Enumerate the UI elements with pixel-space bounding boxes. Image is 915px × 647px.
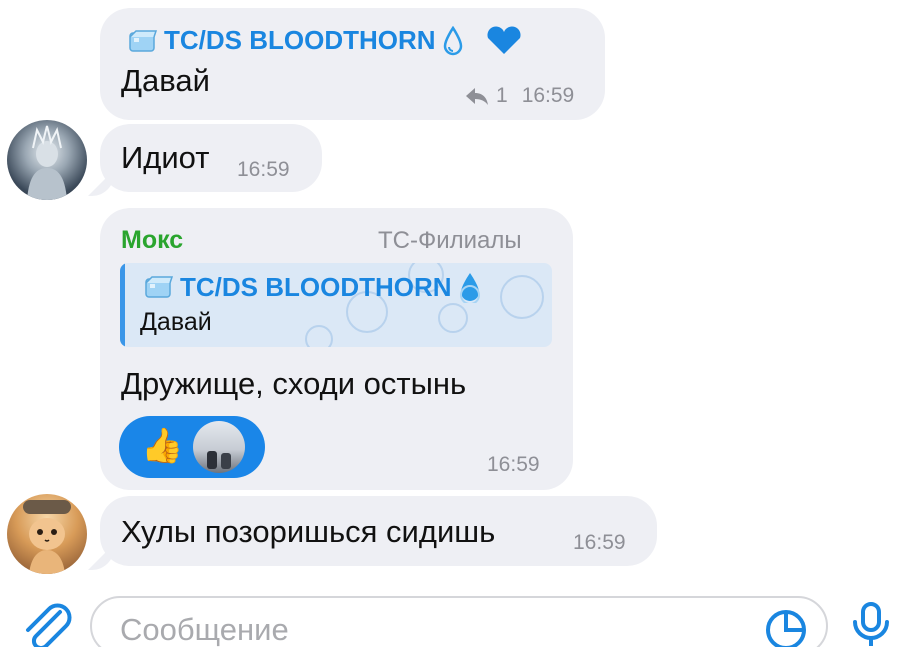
- reaction-emoji: 👍: [141, 427, 184, 465]
- message-2-time: 16:59: [237, 158, 290, 181]
- cat-icon: [23, 500, 71, 574]
- sender-name: TC/DS BLOODTHORN: [164, 25, 436, 55]
- mic-icon[interactable]: [850, 602, 892, 647]
- water-drop-icon: [459, 273, 480, 303]
- avatar[interactable]: [7, 120, 87, 200]
- quote-pattern: [305, 325, 333, 347]
- message-1-text: Давай: [121, 63, 210, 98]
- message-time: 16:59: [521, 84, 575, 107]
- reply-count: 1: [496, 84, 508, 107]
- message-3-sender[interactable]: Мокс: [121, 226, 183, 255]
- message-input[interactable]: Сообщение: [90, 596, 828, 647]
- sender-role: TC-Филиалы: [378, 227, 522, 254]
- quote-sender-name: TC/DS BLOODTHORN: [180, 271, 452, 302]
- water-drop-icon: [443, 25, 462, 55]
- ice-cube-icon: [129, 29, 158, 52]
- heart-icon: [487, 25, 521, 54]
- message-2-text: Идиот: [121, 140, 210, 175]
- quote-pattern: [500, 275, 544, 319]
- message-3-time: 16:59: [487, 453, 540, 476]
- quote-text: Давай: [140, 308, 212, 336]
- reaction-button[interactable]: 👍: [119, 416, 265, 478]
- ice-cube-icon: [145, 276, 174, 298]
- reactor-avatar: [193, 421, 245, 473]
- quote-bar: [120, 263, 125, 347]
- message-input-placeholder: Сообщение: [120, 612, 289, 647]
- message-3-text: Дружище, сходи остынь: [121, 366, 467, 401]
- quote-pattern: [438, 303, 468, 333]
- attach-icon[interactable]: [20, 602, 72, 647]
- reply-arrow-icon: [466, 88, 488, 105]
- message-4-time: 16:59: [573, 531, 626, 554]
- message-4-text: Хулы позоришься сидишь: [121, 514, 496, 549]
- message-1-sender[interactable]: TC/DS BLOODTHORN: [128, 25, 524, 56]
- avatar[interactable]: [7, 494, 87, 574]
- quoted-message[interactable]: TC/DS BLOODTHORN Давай: [120, 263, 552, 347]
- quote-sender: TC/DS BLOODTHORN: [144, 271, 482, 303]
- sticker-icon[interactable]: [764, 608, 808, 647]
- message-1-meta: 1 16:59: [464, 84, 574, 108]
- avatar-figure-icon: [27, 125, 67, 200]
